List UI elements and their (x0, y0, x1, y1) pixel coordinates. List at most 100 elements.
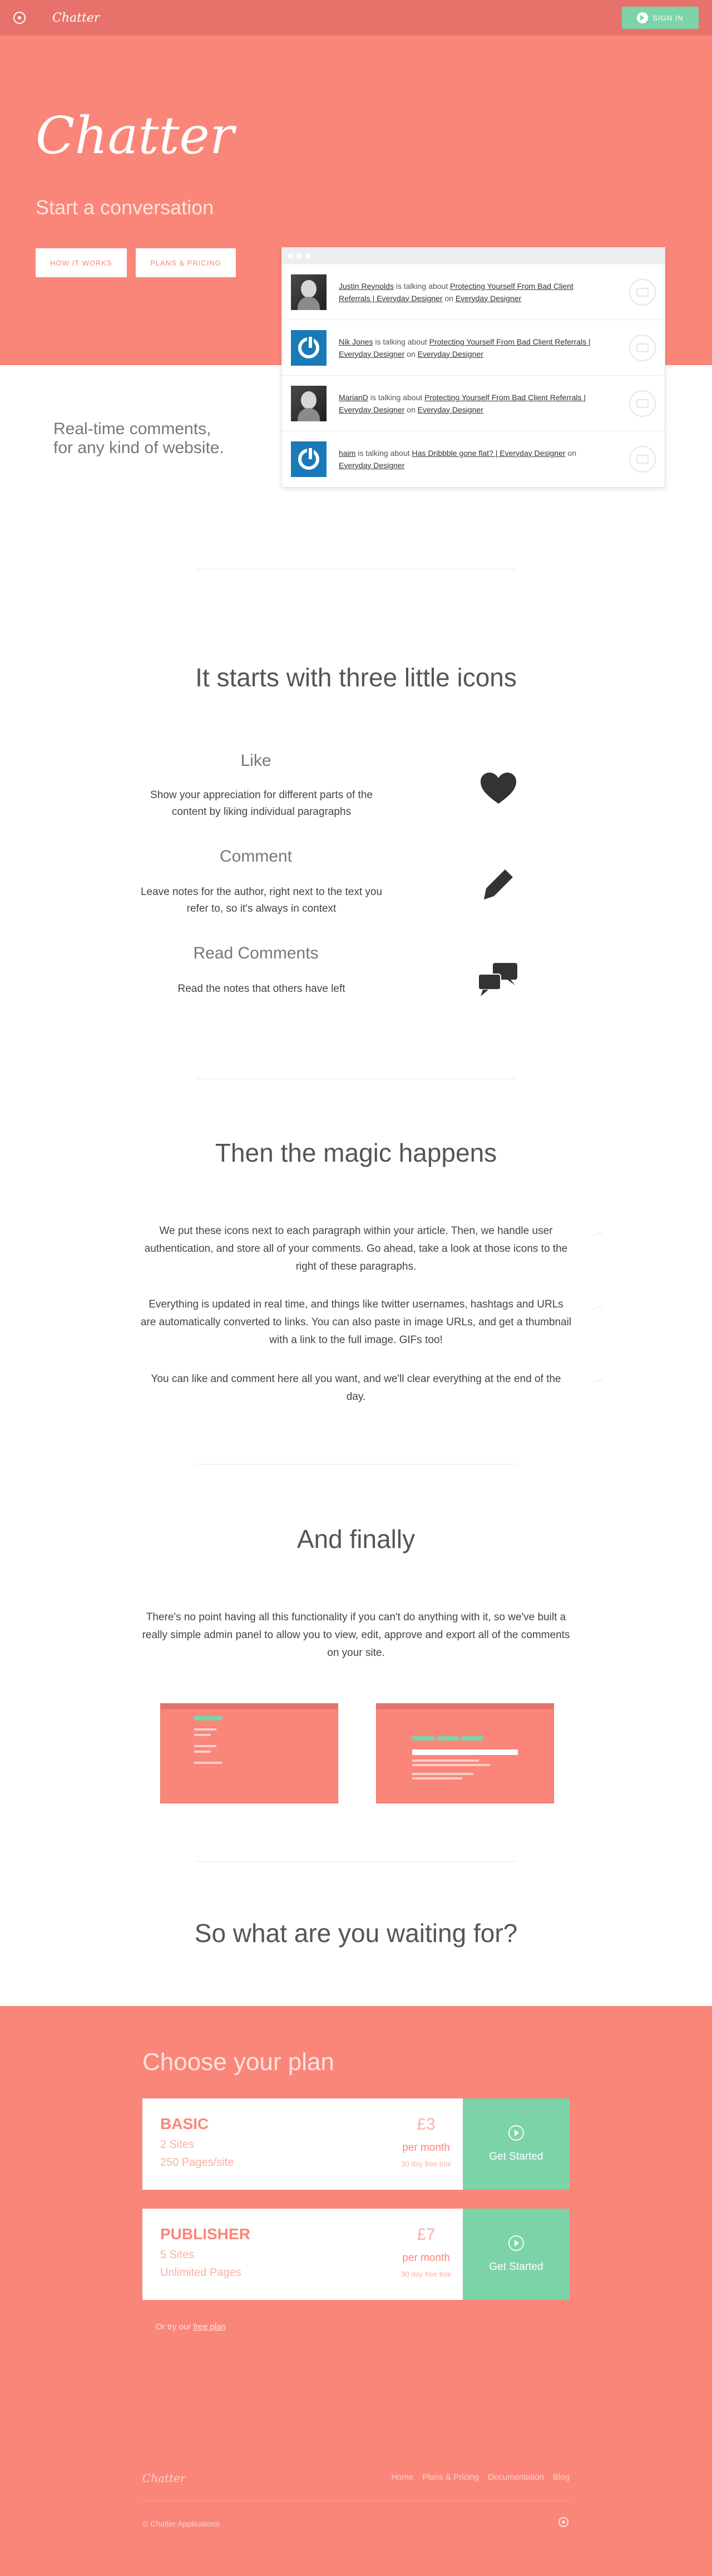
waiting-heading: So what are you waiting for? (194, 1919, 518, 1948)
site-link[interactable]: Everyday Designer (456, 294, 521, 303)
feature-title-like: Like (240, 751, 271, 770)
plan-period: per month (402, 2142, 450, 2154)
plans-pricing-button[interactable]: PLANS & PRICING (136, 248, 236, 277)
copyright: © Chatter Applications (142, 2519, 220, 2528)
feed-verb: is talking about (368, 392, 425, 402)
feed-item: Nik Jones is talking about Protecting Yo… (282, 320, 665, 376)
comment-badge-icon[interactable] (629, 446, 656, 473)
footer-link-docs[interactable]: Documentation (488, 2472, 544, 2482)
feature-desc-like: Show your appreciation for different par… (150, 789, 373, 818)
icons-heading: It starts with three little icons (195, 663, 517, 692)
feature-desc-comment: Leave notes for the author, right next t… (140, 886, 383, 915)
comment-badge-icon[interactable] (629, 390, 656, 417)
article-link[interactable]: Has Dribbble gone flat? | Everyday Desig… (412, 449, 566, 458)
window-titlebar (282, 248, 665, 264)
divider (196, 1861, 516, 1862)
realtime-line-1: Real-time comments, (53, 420, 211, 438)
screenshot-line (194, 1734, 211, 1736)
site-link[interactable]: Everyday Designer (418, 405, 483, 414)
feed-on: on (565, 449, 577, 458)
footer-link-plans[interactable]: Plans & Pricing (422, 2472, 479, 2482)
screenshot-bar (377, 1704, 553, 1709)
finally-heading: And finally (296, 1525, 416, 1554)
footer-logo[interactable]: Chatter (142, 2471, 186, 2485)
pencil-icon (484, 869, 513, 899)
pricing-heading: Choose your plan (142, 2048, 334, 2076)
feed-text: Justin Reynolds is talking about Protect… (339, 280, 600, 304)
feed-on: on (404, 349, 418, 358)
get-started-button[interactable]: Get Started (463, 2098, 570, 2190)
user-link[interactable]: Justin Reynolds (339, 282, 394, 291)
free-plan-line: Or try our free plan (156, 2322, 226, 2332)
free-plan-prefix: Or try our (156, 2322, 194, 2332)
feed-verb: is talking about (373, 337, 429, 346)
admin-screenshot-1 (160, 1703, 338, 1803)
realtime-text: Real-time comments, for any kind of webs… (53, 420, 224, 458)
user-avatar (291, 330, 327, 366)
plan-period: per month (402, 2252, 450, 2264)
paragraph-like-icon[interactable] (593, 1232, 604, 1241)
plan-trial: 30 day free trial (401, 2270, 451, 2278)
plan-pages: Unlimited Pages (160, 2267, 241, 2279)
user-avatar (291, 274, 327, 310)
feed-text: Nik Jones is talking about Protecting Yo… (339, 336, 600, 360)
screenshot-green-tag (194, 1716, 222, 1720)
activity-feed-window: Justin Reynolds is talking about Protect… (281, 247, 665, 488)
plan-card-basic: BASIC 2 Sites 250 Pages/site £3 per mont… (142, 2098, 570, 2190)
feed-verb: is talking about (393, 281, 450, 291)
feature-title-comment: Comment (219, 847, 293, 866)
sign-in-button[interactable]: SIGN IN (622, 7, 699, 29)
admin-screenshot-2 (376, 1703, 554, 1803)
footer-link-home[interactable]: Home (391, 2472, 413, 2482)
plan-trial: 30 day free trial (401, 2160, 451, 2168)
sign-in-label: SIGN IN (652, 13, 684, 22)
feed-item: MarianD is talking about Protecting Your… (282, 376, 665, 431)
nav-brand[interactable]: Chatter (52, 11, 100, 25)
screenshot-line (194, 1745, 216, 1747)
screenshot-line (194, 1728, 216, 1731)
feed-text: MarianD is talking about Protecting Your… (339, 391, 600, 416)
comment-badge-icon[interactable] (629, 334, 656, 361)
user-link[interactable]: haim (339, 449, 355, 458)
feed-item: haim is talking about Has Dribbble gone … (282, 431, 665, 487)
chat-bubbles-icon (478, 963, 517, 996)
window-dot (305, 253, 311, 259)
plan-sites: 5 Sites (160, 2249, 195, 2261)
paragraph-like-icon[interactable] (593, 1379, 604, 1388)
realtime-line-2: for any kind of website. (53, 439, 224, 457)
magic-heading: Then the magic happens (215, 1138, 497, 1167)
plan-price: £3 (417, 2115, 436, 2133)
screenshot-line (194, 1762, 222, 1764)
plan-card-publisher: PUBLISHER 5 Sites Unlimited Pages £7 per… (142, 2209, 570, 2300)
user-link[interactable]: MarianD (339, 393, 368, 402)
footer-divider (142, 2500, 570, 2501)
logo-icon[interactable] (13, 12, 26, 24)
screenshot-green-tag (412, 1736, 434, 1741)
screenshot-green-tag (437, 1736, 459, 1741)
site-link[interactable]: Everyday Designer (339, 461, 404, 470)
feed-text: haim is talking about Has Dribbble gone … (339, 447, 600, 471)
how-it-works-button[interactable]: HOW IT WORKS (36, 248, 127, 277)
user-avatar (291, 385, 327, 421)
paragraph-like-icon[interactable] (593, 1305, 604, 1314)
user-link[interactable]: Nik Jones (339, 337, 373, 346)
user-avatar (291, 441, 327, 477)
screenshot-line (412, 1773, 473, 1775)
hero-title: Chatter (36, 106, 234, 165)
free-plan-link[interactable]: free plan (194, 2322, 226, 2332)
play-icon (508, 2125, 524, 2141)
magic-paragraph-2: Everything is updated in real time, and … (140, 1299, 572, 1346)
finally-paragraph: There's no point having all this functio… (142, 1611, 570, 1659)
screenshot-line (412, 1759, 479, 1762)
power-icon (298, 335, 319, 358)
plan-name: BASIC (160, 2115, 209, 2132)
footer-logo-icon[interactable] (558, 2517, 568, 2527)
get-started-label: Get Started (489, 2261, 543, 2273)
get-started-button[interactable]: Get Started (463, 2209, 570, 2300)
footer-link-blog[interactable]: Blog (553, 2472, 570, 2482)
screenshot-line (412, 1777, 462, 1779)
comment-badge-icon[interactable] (629, 278, 656, 306)
power-icon (298, 446, 319, 470)
magic-paragraph-1: We put these icons next to each paragrap… (144, 1225, 568, 1272)
site-link[interactable]: Everyday Designer (418, 350, 483, 358)
